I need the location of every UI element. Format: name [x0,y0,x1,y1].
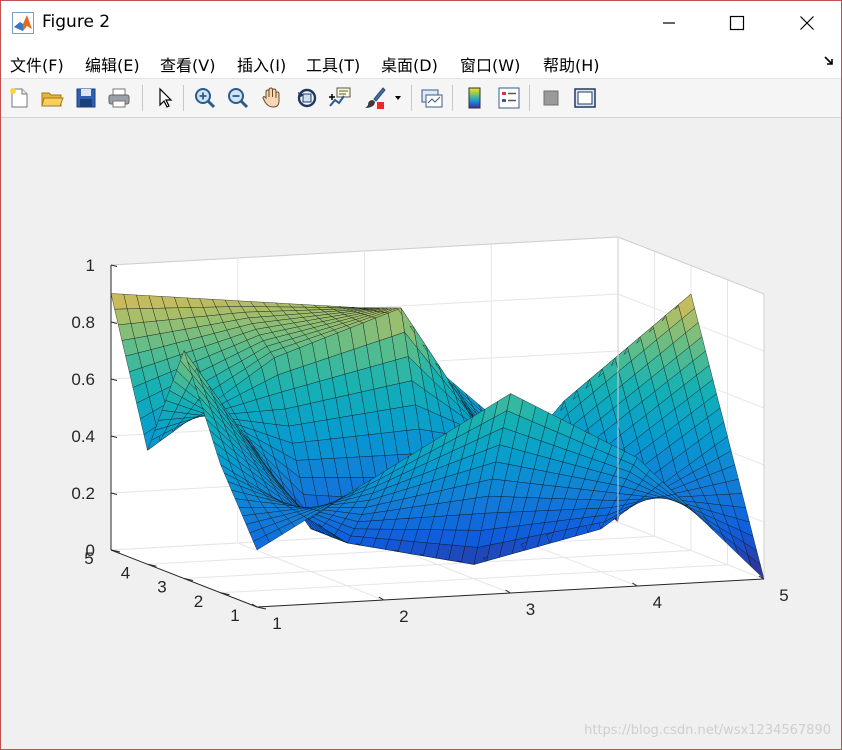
legend-icon [498,87,520,109]
data-cursor-icon [329,87,351,107]
legend-button[interactable] [495,84,523,112]
brush-dropdown-button[interactable] [391,84,405,112]
rotate-3d-icon [297,88,317,108]
y-tick-label: 3 [157,578,166,597]
z-tick-label: 1 [86,256,95,275]
menu-tools[interactable]: 工具(T) [306,52,360,76]
x-tick-label: 5 [779,586,788,605]
menu-insert[interactable]: 插入(I) [237,52,286,76]
save-icon [76,88,96,108]
colorbar-button[interactable] [461,84,489,112]
select-arrow-icon [159,87,173,108]
matlab-logo-icon [12,12,34,34]
colorbar-icon [468,87,481,109]
x-tick-label: 2 [399,607,408,626]
select-button[interactable] [151,84,179,112]
y-tick-label: 1 [230,606,239,625]
maximize-icon [729,15,745,31]
link-plot-icon [421,89,443,108]
watermark-text: https://blog.csdn.net/wsx1234567890 [584,723,831,738]
show-plot-tools-button[interactable] [571,84,599,112]
open-file-button[interactable] [38,84,66,112]
menu-file[interactable]: 文件(F) [10,52,64,76]
toolbar-separator [142,85,143,111]
open-file-icon [41,92,64,107]
toolbar-separator [452,85,453,111]
x-tick-label: 4 [653,593,662,612]
brush-button[interactable] [361,84,389,112]
toolbar-separator [183,85,184,111]
hide-plot-tools-icon [543,90,559,106]
new-figure-button[interactable] [5,84,33,112]
toolbar-separator [529,85,530,111]
close-icon [800,16,814,30]
hide-plot-tools-button[interactable] [537,84,565,112]
menu-view[interactable]: 查看(V) [160,52,215,76]
z-tick-label: 0.2 [71,484,95,503]
figure-canvas[interactable]: 0 0.2 0.4 0.6 0.8 1 1 2 3 4 5 1 2 3 4 5 [1,118,841,749]
menu-desktop[interactable]: 桌面(D) [381,52,438,76]
menu-help[interactable]: 帮助(H) [543,52,600,76]
new-figure-icon [10,88,28,108]
brush-dropdown-icon [395,96,401,100]
close-button[interactable] [784,1,830,45]
x-tick-label: 3 [526,600,535,619]
dock-arrow-icon[interactable] [823,55,835,67]
title-bar[interactable]: Figure 2 [1,1,841,45]
save-button[interactable] [72,84,100,112]
figure-toolbar [1,79,841,118]
zoom-in-icon [195,88,216,109]
zoom-in-button[interactable] [191,84,219,112]
minimize-button[interactable] [646,1,692,45]
data-cursor-button[interactable] [326,84,354,112]
surface-plot[interactable]: 00.20.40.60.81123451 2 3 4 5 [1,118,841,749]
zoom-out-button[interactable] [224,84,252,112]
z-tick-label: 0.6 [71,370,95,389]
y-tick-mark [256,606,267,610]
zoom-out-icon [228,88,249,109]
menu-edit[interactable]: 编辑(E) [85,52,140,76]
y-tick-label: 4 [121,563,130,582]
y-tick-label: 5 [84,549,93,568]
figure-window: Figure 2 文件(F) 编辑(E) 查看(V) 插入(I) 工具(T) 桌… [0,0,842,750]
z-tick-label: 0.8 [71,313,95,332]
menu-bar: 文件(F) 编辑(E) 查看(V) 插入(I) 工具(T) 桌面(D) 窗口(W… [1,45,841,79]
brush-icon [365,87,386,109]
toolbar-separator [411,85,412,111]
rotate-3d-button[interactable] [292,84,320,112]
minimize-icon [663,22,675,24]
link-plot-button[interactable] [418,84,446,112]
pan-hand-icon [262,87,280,108]
z-tick-label: 0.4 [71,427,95,446]
window-title: Figure 2 [42,12,111,32]
print-button[interactable] [105,84,133,112]
show-plot-tools-icon [574,88,596,108]
x-tick-label: 1 [272,614,281,633]
maximize-button[interactable] [714,1,760,45]
menu-window[interactable]: 窗口(W) [460,52,520,76]
pan-button[interactable] [258,84,286,112]
y-tick-label: 2 [194,592,203,611]
print-icon [108,88,130,108]
